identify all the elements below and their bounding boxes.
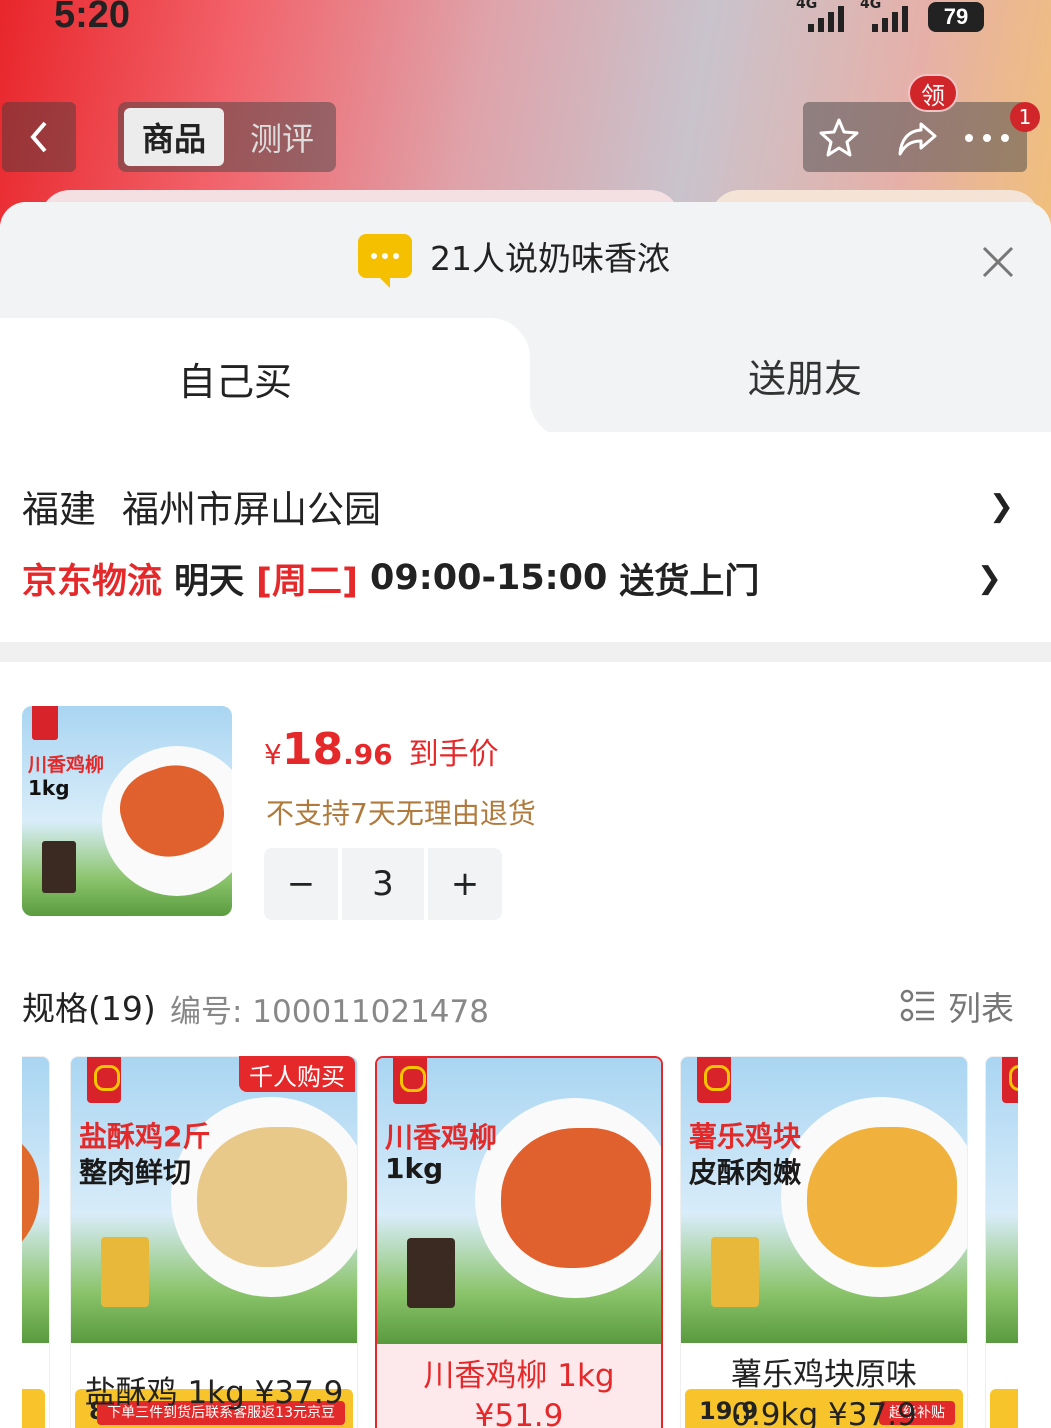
chat-bubble-icon xyxy=(358,234,412,288)
tab-review[interactable]: 测评 xyxy=(232,108,332,166)
status-time: 5:20 xyxy=(54,0,131,36)
increase-button[interactable]: + xyxy=(428,848,502,920)
price-integer: 18 xyxy=(281,724,344,775)
variant-name-line: 川香鸡柳 1kg xyxy=(423,1358,615,1394)
popular-tag: 千人购买 xyxy=(239,1056,355,1092)
comment-summary[interactable]: 21人说奶味香浓 xyxy=(358,232,670,288)
chevron-right-icon: ❯ xyxy=(976,560,1002,596)
coupon-badge[interactable]: 领 xyxy=(908,74,958,112)
product-image-weight: 1kg xyxy=(28,776,70,800)
star-icon[interactable] xyxy=(815,114,863,162)
variant-carousel: 盐酥鸡2斤 整肉鲜切 8.5 下单三件到货后联系客服返13元京豆 盐酥鸡 1kg… xyxy=(22,1056,1018,1428)
price-symbol: ¥ xyxy=(264,738,282,771)
close-icon xyxy=(982,246,1014,278)
variant-price-line: 0.9kg ¥37.9 xyxy=(731,1397,917,1428)
variant-name: 薯乐鸡块原味 0.9kg ¥37.9 xyxy=(681,1355,967,1428)
list-icon xyxy=(900,989,934,1022)
variant-title: 薯乐鸡块 xyxy=(689,1120,802,1153)
delivery-weekday: [周二] xyxy=(256,561,359,602)
variant-card-selected[interactable]: 川香鸡柳 1kg 川香鸡柳 1kg ¥51.9 xyxy=(375,1056,663,1428)
section-divider xyxy=(0,642,1051,662)
delivery-method: 送货上门 xyxy=(619,561,760,602)
list-view-label: 列表 xyxy=(948,989,1014,1028)
back-button[interactable] xyxy=(2,102,76,172)
variant-card[interactable] xyxy=(22,1056,50,1428)
variant-title: 盐酥鸡2斤 xyxy=(79,1120,211,1153)
chevron-right-icon: ❯ xyxy=(988,488,1014,524)
signal-icon xyxy=(872,4,908,32)
tab-send-friend[interactable]: 送朋友 xyxy=(640,342,970,408)
close-button[interactable] xyxy=(978,242,1018,282)
variant-title: 川香鸡柳 xyxy=(385,1121,498,1154)
variant-subtitle: 皮酥肉嫩 xyxy=(689,1156,802,1189)
variant-subtitle: 整肉鲜切 xyxy=(79,1156,192,1189)
message-count-badge: 1 xyxy=(1010,102,1040,132)
status-bar: 5:20 4G 4G 79 xyxy=(0,0,1051,40)
signal-icon xyxy=(808,4,844,32)
variant-name: 川香鸡柳 1kg ¥51.9 xyxy=(377,1356,661,1428)
purchase-sheet: 21人说奶味香浓 自己买 送朋友 福建 福州市屏山公园 ❯ 京东物流 明天 [周… xyxy=(0,202,1051,1428)
share-icon[interactable] xyxy=(893,114,941,162)
address-province: 福建 xyxy=(22,488,96,531)
top-actions xyxy=(803,102,1027,172)
variant-subtitle: 1kg xyxy=(385,1152,444,1185)
more-icon[interactable] xyxy=(963,114,1011,162)
variant-price-line: ¥51.9 xyxy=(474,1398,564,1428)
quantity-stepper: − 3 + xyxy=(264,848,502,920)
tab-buy-self[interactable]: 自己买 xyxy=(0,318,570,438)
delivery-carrier: 京东物流 xyxy=(22,561,163,602)
chevron-left-icon xyxy=(30,121,47,153)
delivery-row[interactable]: 京东物流 明天 [周二] 09:00-15:00 送货上门 ❯ xyxy=(22,548,1022,608)
price-label: 到手价 xyxy=(408,737,499,772)
comment-summary-text: 21人说奶味香浓 xyxy=(430,239,670,278)
address-detail: 福州市屏山公园 xyxy=(122,488,381,531)
spec-title: 规格(19) xyxy=(22,989,156,1028)
product-image-title: 川香鸡柳 xyxy=(28,754,105,776)
product-image[interactable]: 川香鸡柳 1kg xyxy=(22,706,232,916)
variant-card[interactable]: 盐酥鸡2斤 整肉鲜切 8.5 下单三件到货后联系客服返13元京豆 盐酥鸡 1kg… xyxy=(70,1056,358,1428)
decrease-button[interactable]: − xyxy=(264,848,338,920)
price-display: ¥ 18 .96 到手价 xyxy=(264,724,499,775)
list-view-toggle[interactable]: 列表 xyxy=(900,982,1014,1030)
variant-name-line: 薯乐鸡块原味 xyxy=(731,1357,917,1393)
spec-code: 编号: 100011021478 xyxy=(170,994,489,1030)
variant-card[interactable]: 薯乐鸡块 皮酥肉嫩 19.9 超级补贴 薯乐鸡块原味 0.9kg ¥37.9 xyxy=(680,1056,968,1428)
address-row[interactable]: 福建 福州市屏山公园 ❯ xyxy=(22,476,1022,536)
tab-product[interactable]: 商品 xyxy=(124,108,224,166)
variant-name: 盐酥鸡 1kg ¥37.9 xyxy=(84,1375,344,1411)
return-policy: 不支持7天无理由退货 xyxy=(266,797,536,830)
top-tabs: 商品 测评 xyxy=(118,102,336,172)
price-decimal: .96 xyxy=(343,738,393,771)
battery-icon: 79 xyxy=(928,2,984,32)
delivery-day: 明天 xyxy=(174,561,245,602)
variant-card[interactable] xyxy=(985,1056,1018,1428)
quantity-input[interactable]: 3 xyxy=(342,848,424,920)
delivery-time: 09:00-15:00 xyxy=(370,558,608,598)
